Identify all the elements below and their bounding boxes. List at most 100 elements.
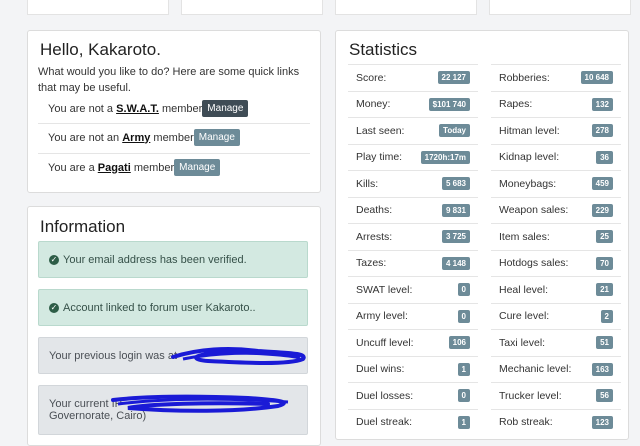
stat-label: Uncuff level: <box>356 336 414 349</box>
stat-label: Arrests: <box>356 230 393 243</box>
quick-link-army: You are not an Army member Manage <box>38 129 310 146</box>
stat-row: Cure level: 2 <box>491 302 621 330</box>
stat-label: Hitman level: <box>499 124 560 137</box>
stat-value-badge: 22 127 <box>437 71 470 85</box>
quick-link-suffix: member <box>158 102 203 115</box>
stat-value-badge: 106 <box>448 336 470 350</box>
stat-value-badge: 163 <box>591 362 613 376</box>
stat-row: Item sales: 25 <box>491 223 621 250</box>
group-link-pagati[interactable]: Pagati <box>98 162 131 174</box>
stat-value-badge: 56 <box>596 389 613 403</box>
stat-row: Hotdogs sales: 70 <box>491 249 621 277</box>
check-circle-icon: ✓ <box>49 302 59 313</box>
stat-row: Last seen: Today <box>348 117 478 144</box>
information-card: Information ✓ Your email address has bee… <box>27 206 321 446</box>
stat-row: Moneybags: 459 <box>491 170 621 197</box>
group-link-army[interactable]: Army <box>122 132 150 144</box>
stat-value-badge: 3 725 <box>441 230 470 244</box>
stat-label: Rapes: <box>499 98 533 111</box>
stat-value-badge: Today <box>439 124 470 138</box>
stat-value-badge: 21 <box>596 283 613 297</box>
stat-label: Cure level: <box>499 310 550 323</box>
stat-row: Kills: 5 683 <box>348 170 478 197</box>
check-circle-icon: ✓ <box>49 254 59 265</box>
statistics-title: Statistics <box>349 40 418 59</box>
stat-label: Last seen: <box>356 124 405 137</box>
information-title: Information <box>40 217 126 236</box>
stat-label: Duel streak: <box>356 416 413 429</box>
stat-value-badge: 70 <box>596 256 613 270</box>
stat-row: Trucker level: 56 <box>491 382 621 409</box>
stat-value-badge: 278 <box>591 124 613 138</box>
alert-text: Account linked to forum user Kakaroto.. <box>63 301 256 314</box>
manage-pagati-button[interactable]: Manage <box>174 159 221 176</box>
stat-label: Item sales: <box>499 230 550 243</box>
stat-row: Weapon sales: 229 <box>491 196 621 224</box>
stat-label: Deaths: <box>356 204 393 217</box>
stat-row: Mechanic level: 163 <box>491 355 621 383</box>
stat-value-badge: 5 683 <box>441 177 470 191</box>
stat-row: Uncuff level: 106 <box>348 329 478 356</box>
greeting-intro: What would you like to do? Here are some… <box>38 66 300 94</box>
group-link-swat[interactable]: S.W.A.T. <box>116 103 159 115</box>
stat-value-badge: 10 648 <box>580 71 613 85</box>
greeting-title: Hello, Kakaroto. <box>40 40 161 59</box>
stat-label: Duel wins: <box>356 363 405 376</box>
stat-value-badge: 1720h:17m <box>420 150 470 164</box>
stat-label: Weapon sales: <box>499 204 569 217</box>
quick-link-suffix: member <box>130 161 175 174</box>
quick-link-suffix: member <box>150 131 194 144</box>
top-card-stub-3 <box>335 0 477 15</box>
quick-link-prefix: You are a <box>48 161 98 174</box>
stat-row: Play time: 1720h:17m <box>348 143 478 171</box>
stat-value-badge: 25 <box>596 230 613 244</box>
divider <box>38 153 310 154</box>
stat-row: Army level: 0 <box>348 302 478 330</box>
top-card-stub-4 <box>489 0 631 15</box>
stat-row: Tazes: 4 148 <box>348 249 478 277</box>
stat-label: SWAT level: <box>356 283 413 296</box>
quick-link-pagati: You are a Pagati member Manage <box>38 159 310 176</box>
stat-label: Hotdogs sales: <box>499 257 569 270</box>
stat-value-badge: 51 <box>596 336 613 350</box>
manage-swat-button[interactable]: Manage <box>202 100 249 117</box>
quick-link-prefix: You are not an <box>48 131 123 144</box>
stat-row: Deaths: 9 831 <box>348 196 478 224</box>
stat-value-badge: 9 831 <box>441 203 470 217</box>
stat-row: Duel streak: 1 <box>348 408 478 436</box>
redaction-scribble <box>111 394 289 413</box>
alert-text: Your email address has been verified. <box>63 253 247 266</box>
greeting-card: Hello, Kakaroto. What would you like to … <box>27 30 321 193</box>
stat-label: Trucker level: <box>499 389 562 402</box>
stat-row: Kidnap level: 36 <box>491 143 621 171</box>
stat-label: Mechanic level: <box>499 363 572 376</box>
manage-army-button[interactable]: Manage <box>193 129 240 146</box>
top-card-stub-1 <box>27 0 169 15</box>
stat-value-badge: 36 <box>596 150 613 164</box>
stat-label: Robberies: <box>499 71 550 84</box>
stat-row: SWAT level: 0 <box>348 276 478 303</box>
stat-row: Taxi level: 51 <box>491 329 621 356</box>
stat-row: Rob streak: 123 <box>491 408 621 436</box>
stat-label: Score: <box>356 71 387 84</box>
stat-label: Play time: <box>356 151 403 164</box>
stat-value-badge: 4 148 <box>441 256 470 270</box>
stat-value-badge: $101 740 <box>428 97 470 111</box>
quick-link-swat: You are not a S.W.A.T. member Manage <box>38 100 310 117</box>
stat-label: Rob streak: <box>499 416 553 429</box>
stat-label: Heal level: <box>499 283 549 296</box>
stat-label: Kidnap level: <box>499 151 560 164</box>
divider <box>38 123 310 124</box>
stat-value-badge: 123 <box>591 415 613 429</box>
top-card-stub-2 <box>181 0 323 15</box>
stat-value-badge: 229 <box>591 203 613 217</box>
stat-row: Money: $101 740 <box>348 90 478 118</box>
stat-value-badge: 1 <box>457 362 470 376</box>
stat-label: Army level: <box>356 310 408 323</box>
stat-label: Moneybags: <box>499 177 557 190</box>
stat-value-badge: 0 <box>457 389 470 403</box>
stat-value-badge: 132 <box>591 97 613 111</box>
stat-row: Score: 22 127 <box>348 64 478 91</box>
email-verified-alert: ✓ Your email address has been verified. <box>38 241 308 278</box>
redaction-scribble <box>171 347 306 365</box>
